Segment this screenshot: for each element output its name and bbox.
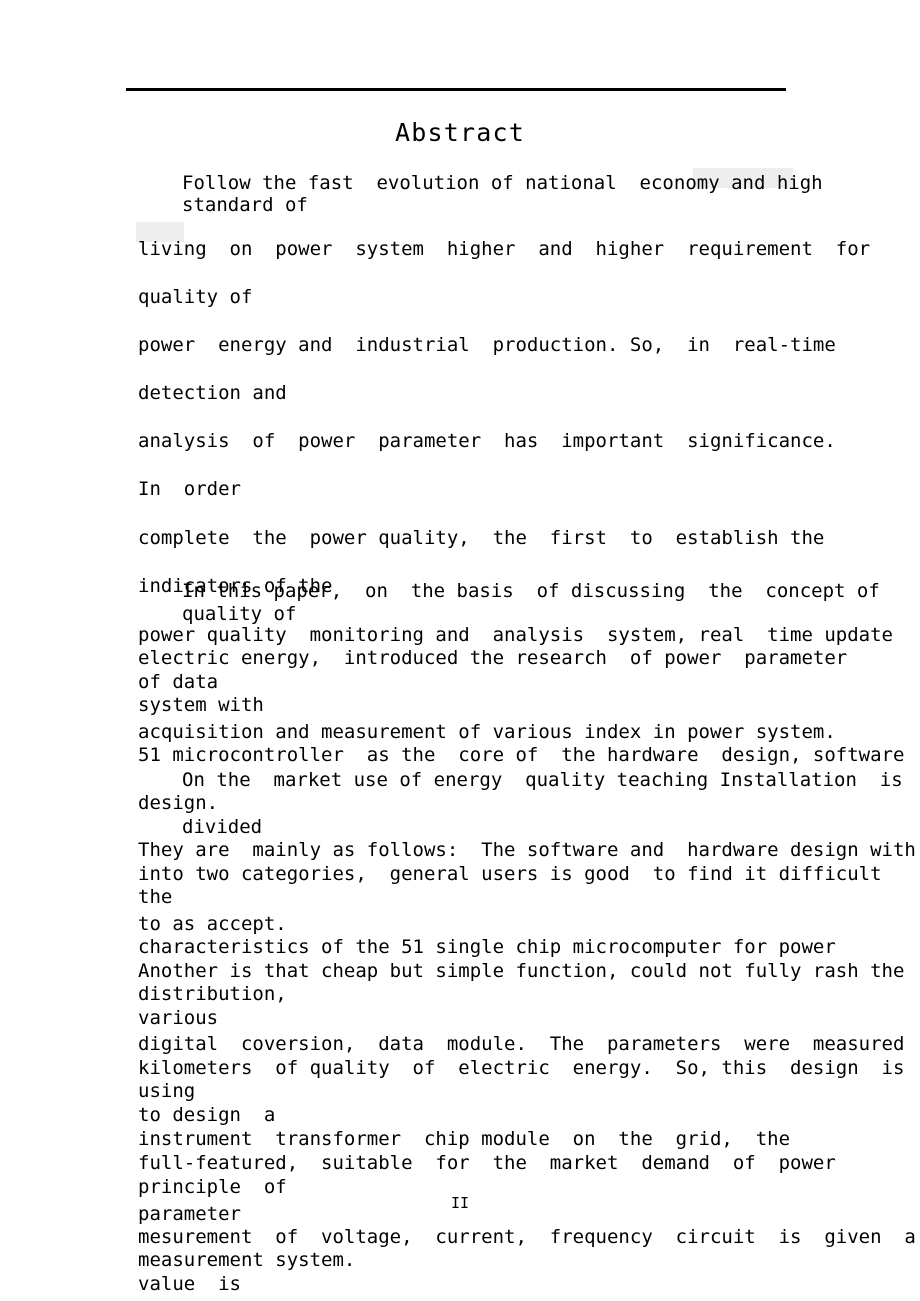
text-line: value is xyxy=(138,1273,241,1295)
header-rule xyxy=(126,88,786,91)
text-line: quality of xyxy=(138,286,253,308)
text-line: detection and xyxy=(138,382,287,404)
text-line: using xyxy=(138,1080,196,1102)
text-line: standard of xyxy=(182,194,308,216)
text-line: digital coversion, data module. The para… xyxy=(138,1033,905,1055)
text-line: kilometers of quality of electric energy… xyxy=(138,1057,905,1079)
page-number: II xyxy=(450,1194,470,1212)
text-line: They are mainly as follows: The software… xyxy=(138,839,916,861)
text-line: Follow the fast evolution of national ec… xyxy=(182,172,823,194)
text-line: power quality monitoring and analysis sy… xyxy=(138,624,893,646)
text-line: full-featured, suitable for the market d… xyxy=(138,1152,836,1174)
text-line: In this paper, on the basis of discussin… xyxy=(182,580,880,602)
text-line: In order xyxy=(138,478,241,500)
text-line: distribution, xyxy=(138,983,287,1005)
text-line: power energy and industrial production. … xyxy=(138,334,836,356)
text-line: acquisition and measurement of various i… xyxy=(138,721,836,743)
text-line: On the market use of energy quality teac… xyxy=(182,769,903,791)
text-line: to design a xyxy=(138,1104,276,1126)
text-line: electric energy, introduced the research… xyxy=(138,647,848,669)
text-line: system with xyxy=(138,694,264,716)
text-line: to as accept. xyxy=(138,913,287,935)
text-line: design. xyxy=(138,792,219,814)
document-page: Abstract Follow the fast evolution of na… xyxy=(0,0,920,1301)
text-line: into two categories, general users is go… xyxy=(138,863,882,885)
text-line: complete the power quality, the first to… xyxy=(138,527,825,549)
text-line: instrument transformer chip module on th… xyxy=(138,1128,791,1150)
text-line: Another is that cheap but simple functio… xyxy=(138,960,905,982)
text-line: 51 microcontroller as the core of the ha… xyxy=(138,744,905,766)
text-line: measurement system. xyxy=(138,1249,356,1271)
text-line: mesurement of voltage, current, frequenc… xyxy=(138,1226,916,1248)
text-line: the xyxy=(138,886,173,908)
text-line: living on power system higher and higher… xyxy=(138,238,871,260)
text-line: of data xyxy=(138,671,219,693)
text-line: various xyxy=(138,1007,219,1029)
text-line: analysis of power parameter has importan… xyxy=(138,430,836,452)
page-title: Abstract xyxy=(394,118,525,147)
text-line: characteristics of the 51 single chip mi… xyxy=(138,936,836,958)
text-line: divided xyxy=(182,816,263,838)
text-line: quality of xyxy=(182,603,297,625)
